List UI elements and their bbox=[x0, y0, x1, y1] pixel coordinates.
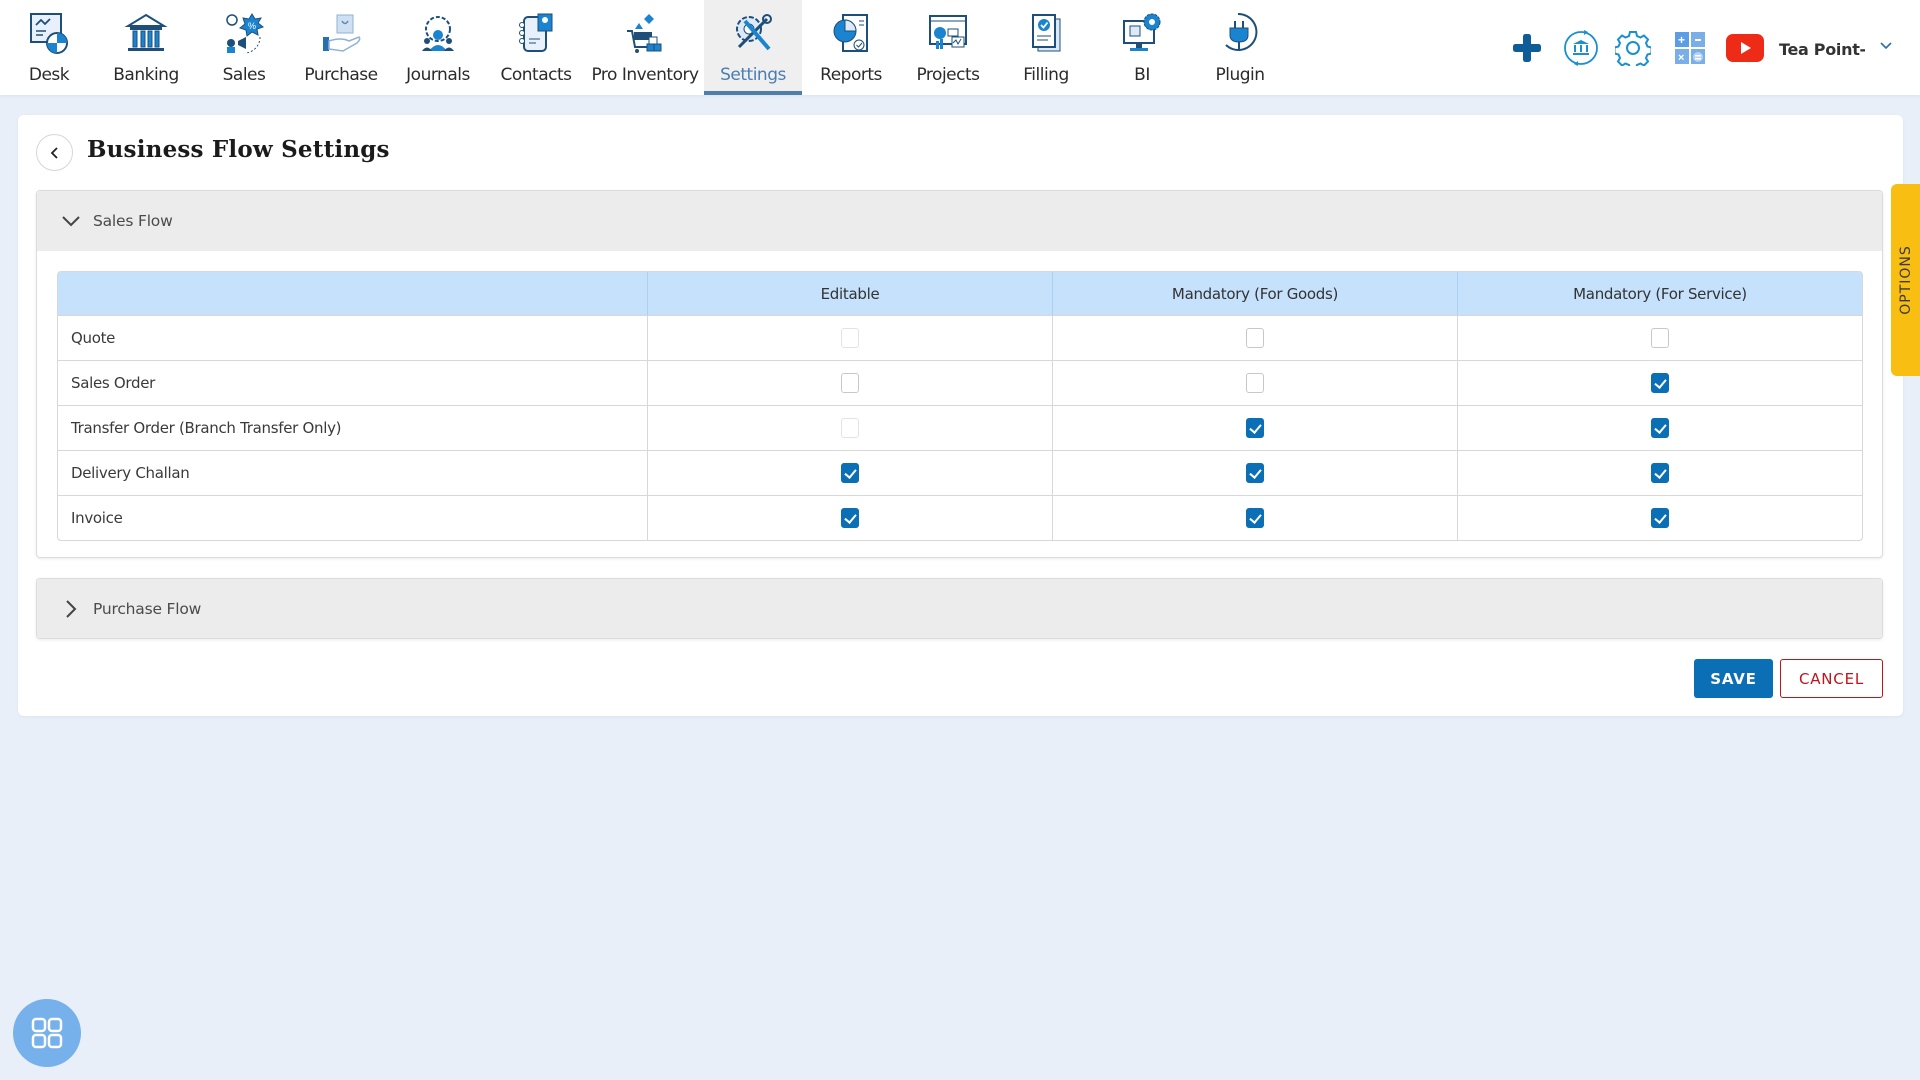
cell-editable bbox=[647, 360, 1052, 405]
cell-mandatory-goods bbox=[1052, 360, 1457, 405]
row-label: Delivery Challan bbox=[58, 450, 647, 495]
sales-flow-panel: Sales Flow Editable Mandatory (For Goods… bbox=[36, 190, 1883, 558]
editable-checkbox[interactable] bbox=[841, 373, 859, 393]
mandatory-goods-checkbox[interactable] bbox=[1246, 328, 1264, 348]
cell-mandatory-service bbox=[1457, 495, 1862, 540]
mandatory-service-checkbox[interactable] bbox=[1651, 418, 1669, 438]
row-label: Transfer Order (Branch Transfer Only) bbox=[58, 405, 647, 450]
settings-button[interactable] bbox=[1613, 24, 1653, 72]
calculator-icon: +× bbox=[1675, 32, 1705, 64]
cell-mandatory-goods bbox=[1052, 495, 1457, 540]
youtube-button[interactable] bbox=[1725, 24, 1765, 72]
row-label: Sales Order bbox=[58, 360, 647, 405]
mandatory-goods-checkbox[interactable] bbox=[1246, 508, 1264, 528]
mandatory-goods-checkbox[interactable] bbox=[1246, 463, 1264, 483]
youtube-icon bbox=[1726, 34, 1764, 62]
column-header-mandatory-goods: Mandatory (For Goods) bbox=[1052, 272, 1457, 315]
purchase-flow-panel: Purchase Flow bbox=[36, 578, 1883, 639]
back-button[interactable] bbox=[36, 134, 73, 171]
chevron-down-icon bbox=[1880, 42, 1892, 50]
mandatory-goods-checkbox[interactable] bbox=[1246, 373, 1264, 393]
chevron-down-icon bbox=[59, 209, 83, 233]
mandatory-service-checkbox[interactable] bbox=[1651, 463, 1669, 483]
chevron-left-icon bbox=[50, 146, 58, 159]
table-row: Delivery Challan bbox=[58, 450, 1862, 495]
cell-editable bbox=[647, 405, 1052, 450]
bank-sync-icon bbox=[1564, 30, 1598, 66]
apps-menu-button[interactable] bbox=[13, 999, 81, 1067]
cell-editable bbox=[647, 495, 1052, 540]
grid-icon bbox=[31, 1017, 63, 1049]
table-row: Sales Order bbox=[58, 360, 1862, 405]
editable-checkbox bbox=[841, 328, 859, 348]
options-tab[interactable]: OPTIONS bbox=[1891, 184, 1920, 376]
add-button[interactable] bbox=[1507, 24, 1547, 72]
mandatory-service-checkbox[interactable] bbox=[1651, 328, 1669, 348]
editable-checkbox[interactable] bbox=[841, 463, 859, 483]
cell-mandatory-goods bbox=[1052, 405, 1457, 450]
editable-checkbox[interactable] bbox=[841, 508, 859, 528]
sales-flow-header[interactable]: Sales Flow bbox=[37, 191, 1882, 251]
cell-mandatory-service bbox=[1457, 315, 1862, 360]
svg-text:×: × bbox=[1678, 52, 1684, 64]
cell-mandatory-service bbox=[1457, 360, 1862, 405]
mandatory-service-checkbox[interactable] bbox=[1651, 508, 1669, 528]
column-header-document bbox=[58, 272, 647, 315]
row-label: Invoice bbox=[58, 495, 647, 540]
svg-text:+: + bbox=[1678, 33, 1685, 47]
plus-icon bbox=[1513, 34, 1541, 62]
page-title: Business Flow Settings bbox=[87, 136, 390, 163]
cell-mandatory-goods bbox=[1052, 315, 1457, 360]
header-tools: + × bbox=[0, 24, 1920, 72]
top-navigation: Desk Banking % Sales Purchase Journals C… bbox=[0, 0, 1920, 95]
editable-checkbox bbox=[841, 418, 859, 438]
column-header-editable: Editable bbox=[647, 272, 1052, 315]
mandatory-goods-checkbox[interactable] bbox=[1246, 418, 1264, 438]
sales-flow-title: Sales Flow bbox=[93, 212, 173, 230]
save-button[interactable]: SAVE bbox=[1694, 659, 1773, 698]
table-row: Invoice bbox=[58, 495, 1862, 540]
sales-flow-table: Editable Mandatory (For Goods) Mandatory… bbox=[57, 271, 1863, 541]
cell-editable bbox=[647, 450, 1052, 495]
chevron-right-icon bbox=[59, 597, 83, 621]
bank-sync-button[interactable] bbox=[1561, 24, 1601, 72]
purchase-flow-title: Purchase Flow bbox=[93, 599, 202, 618]
cancel-button[interactable]: CANCEL bbox=[1780, 659, 1883, 698]
mandatory-service-checkbox[interactable] bbox=[1651, 373, 1669, 393]
cell-mandatory-goods bbox=[1052, 450, 1457, 495]
row-label: Quote bbox=[58, 315, 647, 360]
purchase-flow-header[interactable]: Purchase Flow bbox=[37, 579, 1882, 638]
options-tab-label: OPTIONS bbox=[1897, 245, 1914, 315]
company-name[interactable]: Tea Point-A bbox=[1779, 40, 1865, 59]
table-row: Transfer Order (Branch Transfer Only) bbox=[58, 405, 1862, 450]
cell-editable bbox=[647, 315, 1052, 360]
cell-mandatory-service bbox=[1457, 405, 1862, 450]
calculator-button[interactable]: + × bbox=[1670, 24, 1710, 72]
gear-icon bbox=[1615, 31, 1651, 66]
company-dropdown[interactable] bbox=[1878, 38, 1898, 58]
cell-mandatory-service bbox=[1457, 450, 1862, 495]
table-header-row: Editable Mandatory (For Goods) Mandatory… bbox=[58, 272, 1862, 315]
column-header-mandatory-service: Mandatory (For Service) bbox=[1457, 272, 1862, 315]
table-row: Quote bbox=[58, 315, 1862, 360]
